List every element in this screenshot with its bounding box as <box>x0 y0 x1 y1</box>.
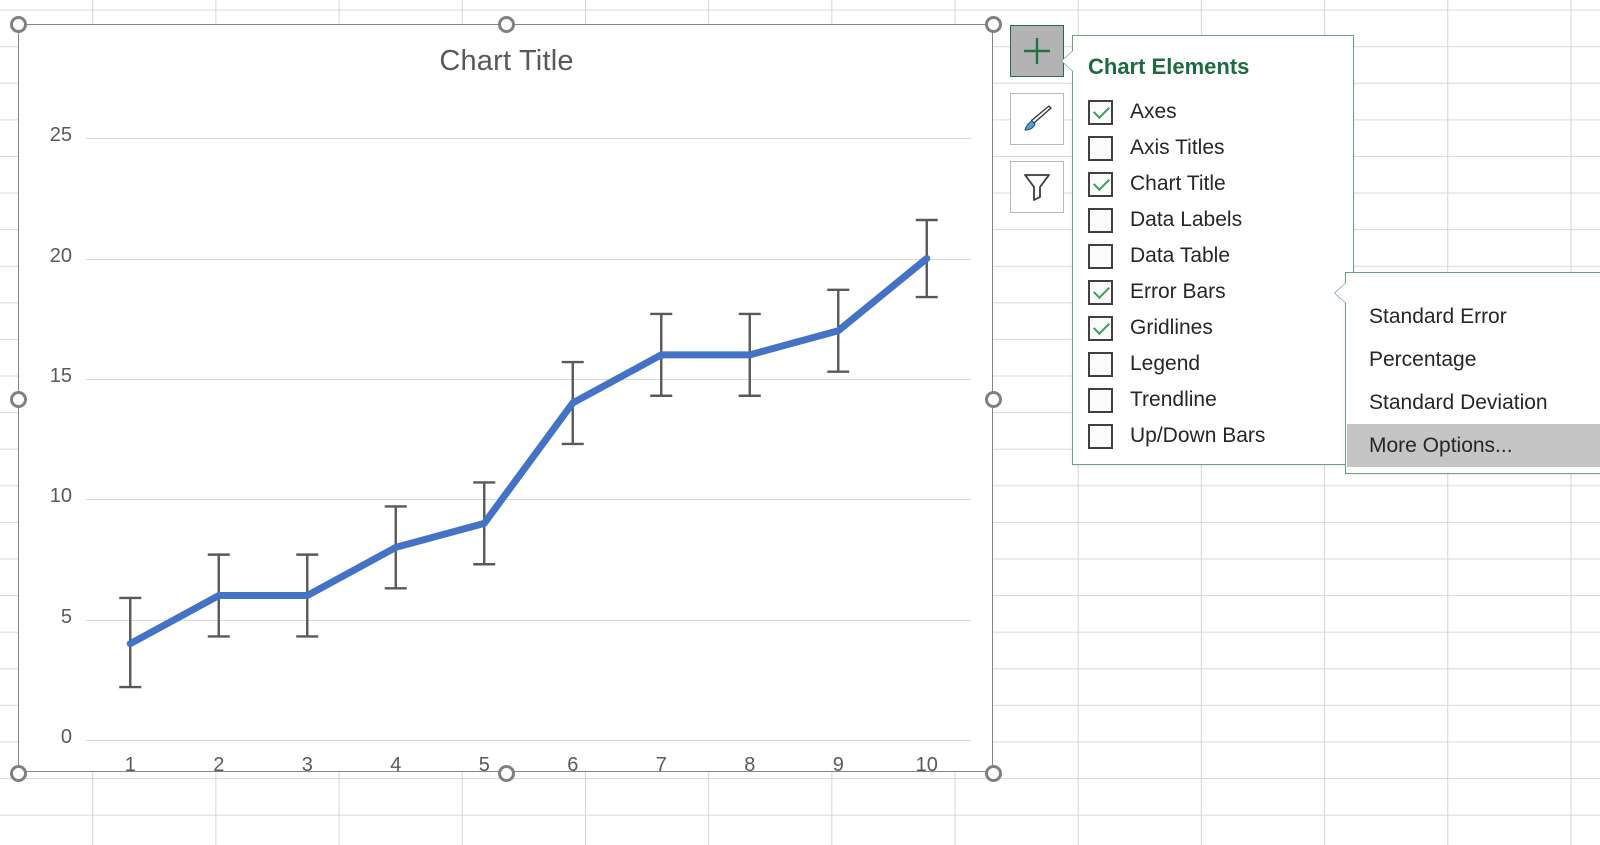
error-bars-submenu-item[interactable]: Standard Deviation <box>1346 381 1600 424</box>
checkbox-checked-icon[interactable] <box>1088 100 1113 125</box>
chart-element-row[interactable]: Trendline <box>1088 382 1340 418</box>
chart-element-label: Trendline <box>1130 388 1217 412</box>
chart-element-label: Chart Title <box>1130 172 1226 196</box>
chart-elements-panel[interactable]: Chart Elements Axes Axis Titles Chart Titl… <box>1072 35 1354 465</box>
error-bars-submenu-item[interactable]: Percentage <box>1346 338 1600 381</box>
checkbox-unchecked-icon[interactable] <box>1088 136 1113 161</box>
x-axis-tick-label: 2 <box>189 754 249 777</box>
chart-element-label: Data Table <box>1130 244 1230 268</box>
y-axis-tick-label: 15 <box>28 365 72 388</box>
y-axis-tick-label: 10 <box>28 485 72 508</box>
chart-element-row[interactable]: Axis Titles <box>1088 130 1340 166</box>
resize-handle-top-center[interactable] <box>498 16 515 33</box>
error-bars-submenu-item[interactable]: More Options... <box>1347 424 1600 467</box>
resize-handle-top-right[interactable] <box>985 16 1002 33</box>
chart-object[interactable]: Chart Title 0510152025 12345678910 <box>18 24 993 772</box>
chart-element-label: Up/Down Bars <box>1130 424 1265 448</box>
checkbox-unchecked-icon[interactable] <box>1088 424 1113 449</box>
chart-element-row[interactable]: Chart Title <box>1088 166 1340 202</box>
chart-element-label: Legend <box>1130 352 1200 376</box>
checkbox-checked-icon[interactable] <box>1088 280 1113 305</box>
error-bars[interactable] <box>119 220 938 687</box>
chart-element-row[interactable]: Axes <box>1088 94 1340 130</box>
checkbox-unchecked-icon[interactable] <box>1088 244 1113 269</box>
panel-callout-pointer <box>1062 51 1073 71</box>
chart-element-label: Axes <box>1130 100 1177 124</box>
funnel-icon <box>1020 170 1054 204</box>
plot-area[interactable]: 0510152025 12345678910 <box>86 90 971 740</box>
chart-element-row[interactable]: Legend <box>1088 346 1340 382</box>
chart-element-row[interactable]: Gridlines <box>1088 310 1340 346</box>
x-axis-tick-label: 3 <box>277 754 337 777</box>
checkbox-checked-icon[interactable] <box>1088 316 1113 341</box>
x-axis-tick-label: 9 <box>808 754 868 777</box>
x-axis-tick-label: 10 <box>897 754 957 777</box>
y-axis-tick-label: 5 <box>28 606 72 629</box>
chart-element-row[interactable]: Data Table <box>1088 238 1340 274</box>
x-axis-line <box>86 740 971 741</box>
error-bars-submenu[interactable]: Standard ErrorPercentageStandard Deviati… <box>1345 272 1600 474</box>
checkbox-unchecked-icon[interactable] <box>1088 388 1113 413</box>
chart-title[interactable]: Chart Title <box>19 45 994 78</box>
chart-elements-title: Chart Elements <box>1088 54 1249 80</box>
series-line[interactable] <box>130 259 927 644</box>
x-axis-tick-label: 8 <box>720 754 780 777</box>
chart-styles-button[interactable] <box>1010 93 1064 145</box>
error-bars-submenu-list: Standard ErrorPercentageStandard Deviati… <box>1346 295 1600 467</box>
resize-handle-middle-right[interactable] <box>985 391 1002 408</box>
chart-element-label: Data Labels <box>1130 208 1242 232</box>
y-axis-tick-label: 0 <box>28 726 72 749</box>
resize-handle-top-left[interactable] <box>10 16 27 33</box>
x-axis-tick-label: 6 <box>543 754 603 777</box>
paintbrush-icon <box>1019 101 1055 137</box>
chart-elements-button[interactable] <box>1010 25 1064 77</box>
x-axis-tick-label: 7 <box>631 754 691 777</box>
resize-handle-middle-left[interactable] <box>10 391 27 408</box>
checkbox-checked-icon[interactable] <box>1088 172 1113 197</box>
chart-element-label: Error Bars <box>1130 280 1226 304</box>
x-axis-tick-label: 4 <box>366 754 426 777</box>
chart-series-layer <box>86 90 971 740</box>
resize-handle-bottom-center[interactable] <box>498 765 515 782</box>
chart-filters-button[interactable] <box>1010 161 1064 213</box>
error-bars-submenu-item[interactable]: Standard Error <box>1346 295 1600 338</box>
checkbox-unchecked-icon[interactable] <box>1088 208 1113 233</box>
plus-icon <box>1021 35 1053 67</box>
chart-element-label: Gridlines <box>1130 316 1213 340</box>
chart-elements-list: Axes Axis Titles Chart Title Data Labels Dat… <box>1088 94 1340 454</box>
submenu-callout-pointer <box>1335 283 1346 303</box>
y-axis-tick-label: 25 <box>28 124 72 147</box>
chart-element-row[interactable]: Error Bars <box>1088 274 1340 310</box>
y-axis-tick-label: 20 <box>28 245 72 268</box>
resize-handle-bottom-left[interactable] <box>10 765 27 782</box>
chart-element-row[interactable]: Up/Down Bars <box>1088 418 1340 454</box>
chart-side-buttons <box>1010 25 1064 229</box>
chart-element-row[interactable]: Data Labels <box>1088 202 1340 238</box>
chart-element-label: Axis Titles <box>1130 136 1225 160</box>
checkbox-unchecked-icon[interactable] <box>1088 352 1113 377</box>
resize-handle-bottom-right[interactable] <box>985 765 1002 782</box>
x-axis-tick-label: 1 <box>100 754 160 777</box>
